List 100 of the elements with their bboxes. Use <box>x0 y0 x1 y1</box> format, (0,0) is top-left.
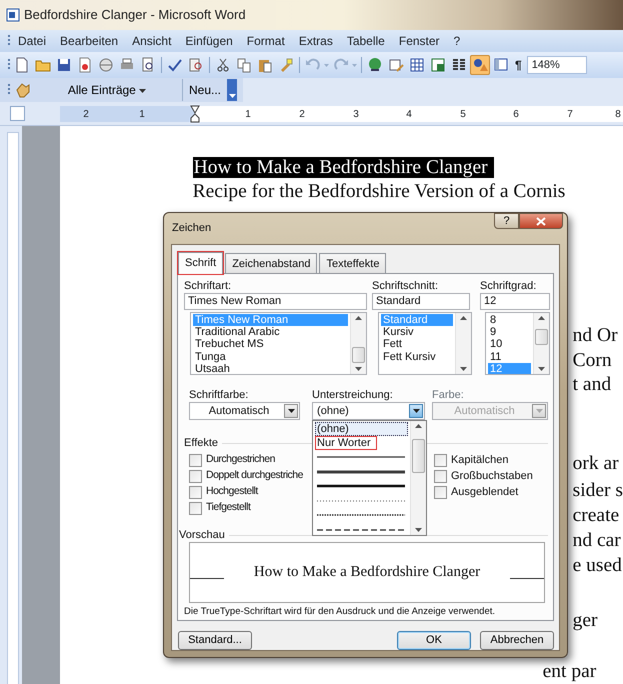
menu-item[interactable]: Datei <box>11 32 54 50</box>
pdf-document-icon <box>77 57 93 73</box>
heading-text: How to Make a Bedfordshire Clanger <box>192 157 494 178</box>
dialog-button[interactable]: OK <box>397 631 471 650</box>
document-map-icon <box>493 57 509 73</box>
text-field[interactable]: 12 <box>480 293 550 310</box>
text-field[interactable]: Times New Roman <box>184 293 367 310</box>
text-line: Corn <box>572 350 612 371</box>
ruler-number: 6 <box>513 108 519 122</box>
scroll-down-arrow[interactable] <box>415 528 422 532</box>
caret-icon <box>412 409 420 413</box>
tab[interactable]: Zeichenabstand <box>225 253 318 273</box>
checkbox-label[interactable]: Tiefgestellt <box>206 500 250 516</box>
zoom-field[interactable]: 148% <box>526 56 587 74</box>
dropdown-field[interactable]: Automatisch <box>189 402 300 420</box>
ruler-number: 2 <box>83 108 89 122</box>
checkbox[interactable] <box>189 502 202 514</box>
close-button[interactable] <box>519 213 563 229</box>
tab-selector[interactable] <box>10 106 25 121</box>
list-box[interactable]: Times New Roman Traditional Arabic Trebuchet MS Tunga Utsaah <box>190 312 367 375</box>
scroll-up-arrow[interactable] <box>460 316 467 320</box>
caret-icon <box>139 88 146 93</box>
line-style-option[interactable] <box>317 470 406 474</box>
checkbox-label[interactable]: Ausgeblendet <box>450 484 518 500</box>
menu-item[interactable]: Bearbeiten <box>53 32 126 50</box>
list-item[interactable]: Traditional Arabic <box>193 326 348 338</box>
tab[interactable]: Schrift <box>178 252 224 274</box>
text-line: ger <box>572 610 598 631</box>
list-item[interactable]: Trebuchet MS <box>193 338 348 351</box>
text-field[interactable]: Standard <box>372 293 470 310</box>
scrollbar[interactable] <box>533 313 549 374</box>
menu-item[interactable]: ? <box>446 32 468 50</box>
menu-item[interactable]: Fenster <box>392 32 447 50</box>
dropdown-option[interactable]: Nur Worter <box>315 436 377 450</box>
list-item[interactable]: 9 <box>488 326 531 338</box>
checkbox[interactable] <box>189 486 202 498</box>
text-line: t and <box>572 374 612 395</box>
text-line: e used <box>572 555 622 576</box>
menu-item[interactable]: Format <box>240 32 292 50</box>
scroll-thumb[interactable] <box>535 329 548 345</box>
scroll-down-arrow[interactable] <box>355 367 362 371</box>
scrollbar[interactable] <box>410 421 426 535</box>
field-label: Farbe: <box>432 388 465 402</box>
menu-item[interactable]: Extras <box>292 32 340 50</box>
list-item[interactable]: 10 <box>488 338 531 351</box>
dialog-button[interactable]: Standard... <box>178 631 252 650</box>
checkbox-label[interactable]: Durchgestrichen <box>206 452 275 468</box>
checkbox-label[interactable]: Großbuchstaben <box>450 468 533 484</box>
checkbox[interactable] <box>189 454 202 466</box>
checkbox-label[interactable]: Doppelt durchgestriche <box>206 468 303 484</box>
help-button[interactable]: ? <box>494 213 519 229</box>
checkbox[interactable] <box>434 486 447 498</box>
indent-marker[interactable] <box>190 105 200 123</box>
list-box[interactable]: Standard Kursiv Fett Fett Kursiv <box>378 312 472 375</box>
scroll-up-arrow[interactable] <box>538 316 545 320</box>
list-box[interactable]: 8 9 10 11 12 <box>485 312 550 375</box>
checkbox[interactable] <box>434 454 447 466</box>
line-style-option[interactable] <box>317 513 406 518</box>
tab[interactable]: Texteffekte <box>319 253 386 273</box>
pilcrow-button[interactable]: ¶ <box>515 56 522 74</box>
section-label: Effekte <box>184 436 218 451</box>
grip-handle[interactable] <box>8 58 11 72</box>
checkbox-label[interactable]: Kapitälchen <box>450 452 508 468</box>
line-style-option[interactable] <box>317 484 406 488</box>
menu-item[interactable]: Ansicht <box>125 32 178 50</box>
list-item[interactable]: Fett Kursiv <box>381 350 453 363</box>
scroll-up-arrow[interactable] <box>415 424 422 428</box>
scrollbar[interactable] <box>455 313 471 374</box>
dialog-button[interactable]: Abbrechen <box>480 631 554 650</box>
scrollbar[interactable] <box>350 313 366 374</box>
checkbox-label[interactable]: Hochgestellt <box>206 484 258 500</box>
scroll-down-arrow[interactable] <box>460 367 467 371</box>
list-item[interactable]: Utsaah <box>193 362 348 374</box>
list-item[interactable]: Tunga <box>193 350 348 363</box>
scroll-down-arrow[interactable] <box>538 367 545 371</box>
shapes-button[interactable] <box>470 55 490 75</box>
list-item[interactable]: Kursiv <box>381 326 453 338</box>
dropdown-option[interactable]: (ohne) <box>315 422 408 436</box>
list-item[interactable]: Fett <box>381 338 453 351</box>
ruler-number: 7 <box>567 108 573 122</box>
field-label: Schriftschnitt: <box>372 279 440 293</box>
dropdown-field[interactable]: (ohne) <box>312 402 426 420</box>
scroll-thumb[interactable] <box>412 439 426 473</box>
scroll-up-arrow[interactable] <box>355 316 362 320</box>
checkbox[interactable] <box>189 470 202 482</box>
field-label: Schriftgrad: <box>480 279 538 293</box>
text-line: nd car <box>572 530 621 551</box>
list-item[interactable]: 8 <box>488 314 531 326</box>
spellcheck-icon <box>167 57 183 73</box>
scroll-thumb[interactable] <box>352 347 365 363</box>
line-style-option[interactable] <box>317 455 406 460</box>
entries-button[interactable]: Alle Einträge <box>32 79 182 101</box>
menu-item[interactable]: Tabelle <box>340 32 392 50</box>
list-item[interactable]: 11 <box>488 350 531 363</box>
menu-item[interactable]: Einfügen <box>178 32 240 50</box>
grip-handle[interactable] <box>8 34 11 48</box>
hand-icon[interactable] <box>14 82 32 98</box>
toolbar-options-button[interactable] <box>227 79 238 101</box>
checkbox[interactable] <box>434 470 447 482</box>
line-style-option[interactable] <box>317 528 406 532</box>
